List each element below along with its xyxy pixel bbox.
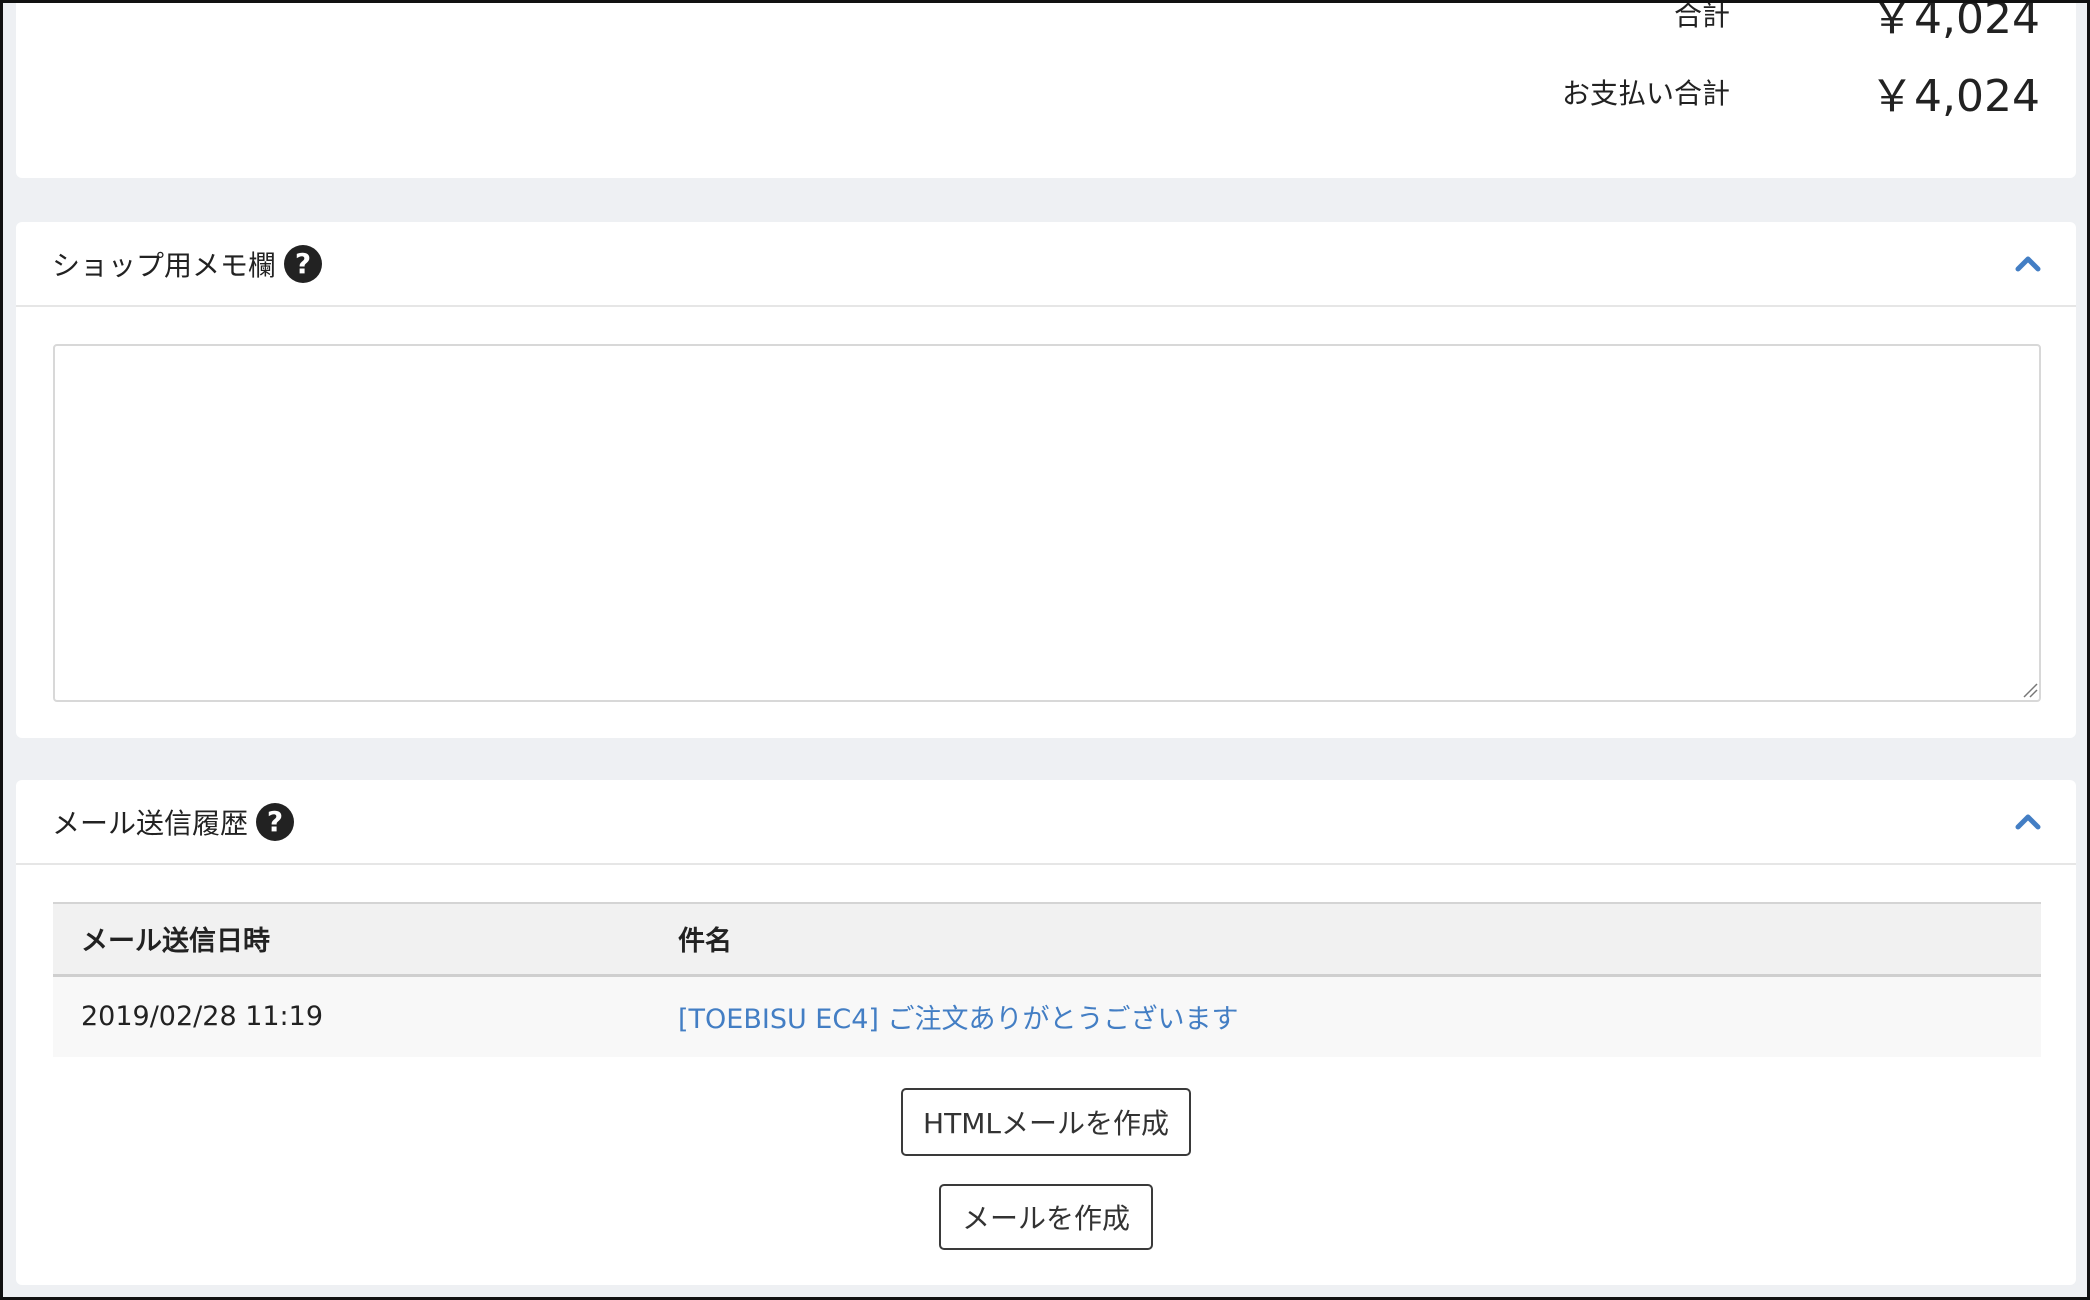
mail-subject-link[interactable]: [TOEBISU EC4] ご注文ありがとうございます: [678, 1004, 1239, 1035]
payment-total-value: ￥4,024: [1870, 71, 2040, 122]
payment-total-row: お支払い合計 ￥4,024: [1530, 62, 2040, 122]
mail-history-title-group: メール送信履歴 ?: [52, 802, 295, 842]
shop-memo-header[interactable]: ショップ用メモ欄 ?: [16, 222, 2076, 307]
column-header-subject: 件名: [650, 902, 2041, 977]
question-circle-icon[interactable]: ?: [284, 245, 323, 283]
table-header-row: メール送信日時 件名: [53, 902, 2041, 977]
order-totals-card: 合計 ￥4,024 お支払い合計 ￥4,024: [16, 0, 2076, 178]
mail-history-card: メール送信履歴 ? メール送信日時 件名 2019/02/28 11:19 [T…: [16, 780, 2076, 1285]
mail-history-title: メール送信履歴: [52, 807, 249, 840]
mail-history-table: メール送信日時 件名 2019/02/28 11:19 [TOEBISU EC4…: [53, 902, 2041, 1057]
table-row: 2019/02/28 11:19 [TOEBISU EC4] ご注文ありがとうご…: [53, 975, 2041, 1057]
mail-sent-date: 2019/02/28 11:19: [53, 975, 650, 1057]
mail-history-header[interactable]: メール送信履歴 ?: [16, 780, 2076, 865]
shop-memo-title-group: ショップ用メモ欄 ?: [52, 244, 323, 284]
create-mail-button[interactable]: メールを作成: [939, 1184, 1153, 1250]
create-html-mail-button[interactable]: HTMLメールを作成: [901, 1088, 1191, 1156]
question-circle-icon[interactable]: ?: [256, 803, 295, 841]
subtotal-row: 合計 ￥4,024: [1530, 0, 2040, 44]
shop-memo-title: ショップ用メモ欄: [52, 249, 277, 282]
chevron-up-icon[interactable]: [2014, 808, 2042, 836]
subtotal-value: ￥4,024: [1870, 0, 2040, 44]
column-header-date: メール送信日時: [53, 902, 650, 977]
subtotal-label: 合計: [1674, 0, 1731, 32]
payment-total-label: お支払い合計: [1562, 77, 1731, 110]
resize-handle-icon[interactable]: [2022, 682, 2038, 698]
mail-subject-cell: [TOEBISU EC4] ご注文ありがとうございます: [650, 975, 2041, 1057]
shop-memo-textarea[interactable]: [53, 344, 2041, 702]
shop-memo-card: ショップ用メモ欄 ?: [16, 222, 2076, 738]
chevron-up-icon[interactable]: [2014, 250, 2042, 278]
